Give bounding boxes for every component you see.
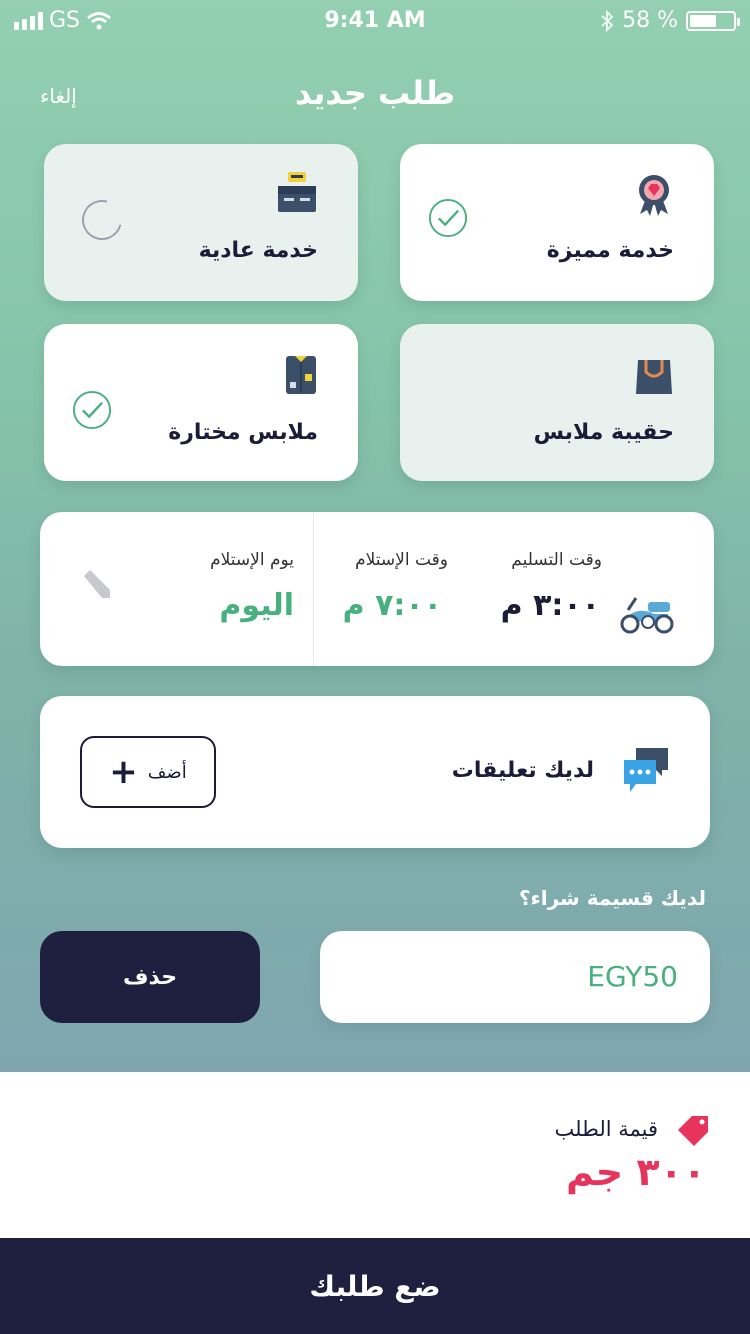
- regular-service-label: خدمة عادية: [198, 238, 318, 263]
- pickup-time-value[interactable]: ٧:٠٠ م: [343, 588, 442, 623]
- shopping-bag-icon: [636, 360, 672, 394]
- total-label: قيمة الطلب: [554, 1117, 658, 1141]
- clothes-bag-label: حقيبة ملابس: [533, 420, 674, 445]
- pickup-time-label: وقت الإستلام: [355, 550, 448, 570]
- award-badge-icon: [639, 175, 669, 216]
- divider: [313, 512, 314, 666]
- pickup-day-label: يوم الإستلام: [210, 550, 294, 570]
- plus-icon: +: [109, 752, 138, 792]
- battery-percent: 58 %: [622, 8, 678, 33]
- status-bar: GS 9:41 AM 58 %: [0, 0, 750, 40]
- selected-clothes-label: ملابس مختارة: [168, 420, 318, 445]
- cancel-button[interactable]: إلغاء: [40, 84, 77, 108]
- shirt-icon: [286, 356, 316, 394]
- battery-icon: [686, 10, 740, 31]
- edit-pencil-icon[interactable]: [78, 566, 114, 602]
- coupon-input[interactable]: EGY50: [320, 931, 710, 1023]
- chat-bubble-icon: [624, 748, 668, 792]
- comments-card: لديك تعليقات + أضف: [40, 696, 710, 848]
- add-comment-button[interactable]: + أضف: [80, 736, 216, 808]
- comments-label: لديك تعليقات: [451, 758, 594, 783]
- page-title: طلب جديد: [294, 74, 456, 112]
- premium-service-label: خدمة مميزة: [546, 238, 674, 263]
- schedule-card: وقت التسليم ٣:٠٠ م وقت الإستلام ٧:٠٠ م ي…: [40, 512, 714, 666]
- coupon-question: لديك قسيمة شراء؟: [518, 886, 706, 910]
- delivery-time-value[interactable]: ٣:٠٠ م: [501, 588, 600, 623]
- delivery-time-label: وقت التسليم: [511, 550, 602, 570]
- delete-coupon-button[interactable]: حذف: [40, 931, 260, 1023]
- unselected-circle-icon: [74, 192, 130, 248]
- add-comment-label: أضف: [147, 761, 187, 783]
- selected-clothes-card[interactable]: ملابس مختارة: [44, 324, 358, 481]
- clothes-bag-card[interactable]: حقيبة ملابس: [400, 324, 714, 481]
- premium-service-card[interactable]: خدمة مميزة: [400, 144, 714, 301]
- price-tag-icon: [678, 1116, 708, 1146]
- delivery-scooter-icon: [620, 597, 674, 634]
- status-right: 58 %: [600, 8, 740, 33]
- bluetooth-icon: [601, 9, 614, 32]
- pickup-day-value[interactable]: اليوم: [219, 588, 294, 623]
- delivery-box-icon: [278, 172, 316, 212]
- regular-service-card[interactable]: خدمة عادية: [44, 144, 358, 301]
- selected-check-icon: [428, 198, 468, 238]
- selected-check-icon: [72, 390, 112, 430]
- total-value: ٣٠٠ جم: [565, 1150, 706, 1194]
- place-order-button[interactable]: ضع طلبك: [0, 1238, 750, 1334]
